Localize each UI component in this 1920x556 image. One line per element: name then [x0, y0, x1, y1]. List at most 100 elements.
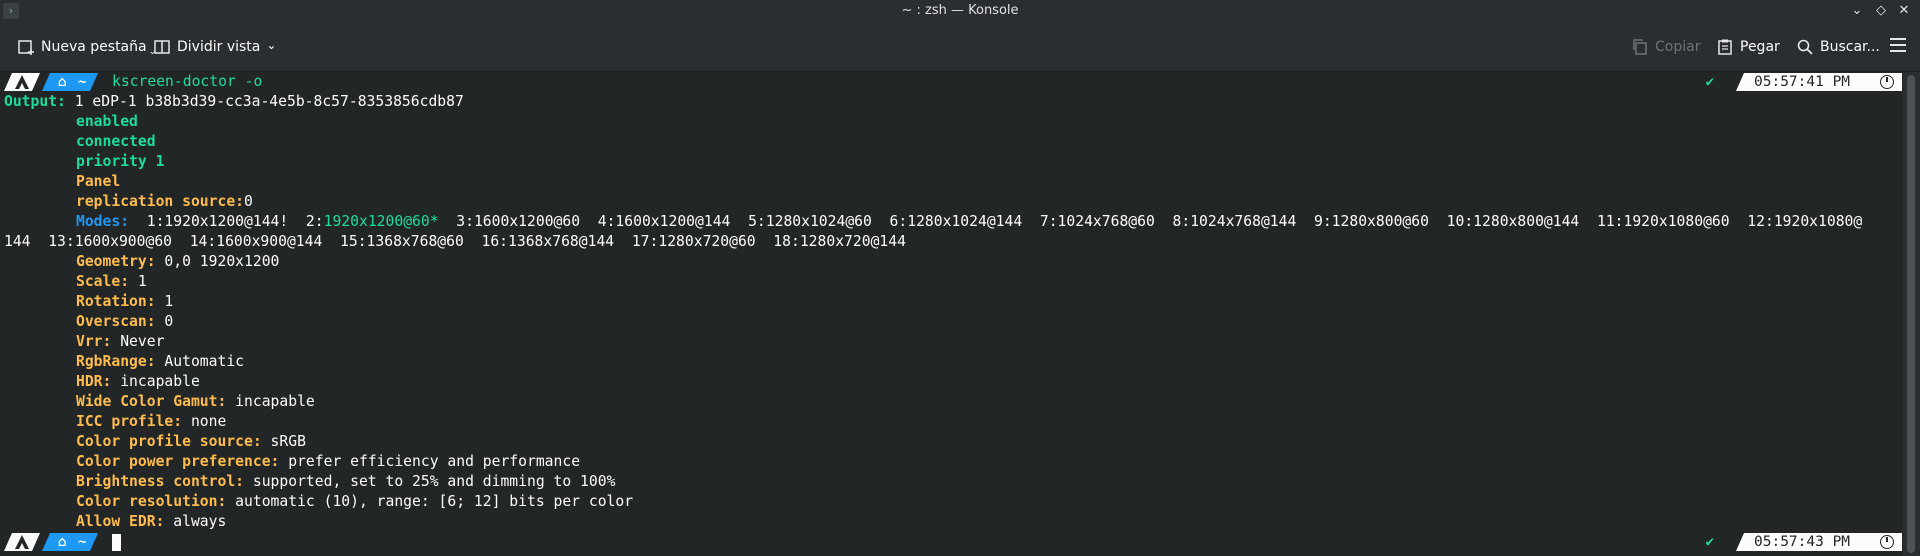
- os-logo-icon: [4, 73, 40, 91]
- property-line: HDR: incapable: [76, 372, 200, 392]
- property-line: Vrr: Never: [76, 332, 164, 352]
- search-label: Buscar...: [1820, 39, 1880, 55]
- prompt-path: ~: [78, 74, 87, 90]
- property-key: ICC profile:: [76, 413, 183, 430]
- property-line: Color power preference: prefer efficienc…: [76, 452, 580, 472]
- window-title: ~ : zsh — Konsole: [901, 3, 1019, 18]
- property-line: Scale: 1: [76, 272, 147, 292]
- copy-icon: [1633, 39, 1647, 55]
- property-key: Vrr:: [76, 333, 112, 350]
- copy-label: Copiar: [1655, 39, 1701, 55]
- output-panel: Panel: [76, 173, 121, 190]
- property-value: 1: [129, 273, 147, 290]
- output-val: 1 eDP-1 b38b3d39-cc3a-4e5b-8c57-8353856c…: [65, 93, 464, 110]
- command-text: kscreen-doctor -o: [112, 73, 263, 90]
- property-value: Never: [111, 333, 165, 350]
- prompt-line: ⌂ ~ ✔ 05:57:43 PM: [0, 532, 1902, 552]
- property-value: supported, set to 25% and dimming to 100…: [244, 473, 616, 490]
- property-line: Color profile source: sRGB: [76, 432, 306, 452]
- scrollbar-handle[interactable]: [1907, 75, 1915, 553]
- modes-current: 1920x1200@60*: [323, 213, 439, 230]
- property-value: none: [182, 413, 227, 430]
- search-button[interactable]: Buscar...: [1796, 36, 1880, 58]
- title-bar: › ~ : zsh — Konsole ⌄ ◇ ✕: [0, 0, 1920, 22]
- property-line: Geometry: 0,0 1920x1200: [76, 252, 279, 272]
- property-value: sRGB: [261, 433, 306, 450]
- property-value: automatic (10), range: [6; 12] bits per …: [226, 493, 634, 510]
- property-value: incapable: [111, 373, 200, 390]
- property-key: Geometry:: [76, 253, 156, 270]
- property-key: Color resolution:: [76, 493, 227, 510]
- output-connected: connected: [76, 133, 156, 150]
- copy-button[interactable]: Copiar: [1631, 36, 1700, 58]
- property-value: incapable: [226, 393, 315, 410]
- property-value: 0,0 1920x1200: [155, 253, 280, 270]
- property-key: Overscan:: [76, 313, 156, 330]
- modes-part-b: 3:1600x1200@60 4:1600x1200@144 5:1280x10…: [438, 213, 1863, 230]
- terminal-view[interactable]: ⌂ ~ kscreen-doctor -o ✔ 05:57:41 PM Outp…: [0, 72, 1902, 556]
- property-line: Rotation: 1: [76, 292, 173, 312]
- property-value: always: [164, 513, 227, 530]
- output-enabled: enabled: [76, 113, 138, 130]
- prompt-dir: ⌂ ~: [42, 533, 98, 551]
- property-key: Allow EDR:: [76, 513, 165, 530]
- property-value: 0: [155, 313, 174, 330]
- property-line: Brightness control: supported, set to 25…: [76, 472, 615, 492]
- output-key: Output:: [4, 93, 66, 110]
- output-header: Output: 1 eDP-1 b38b3d39-cc3a-4e5b-8c57-…: [4, 92, 464, 112]
- property-value: Automatic: [155, 353, 245, 370]
- minimize-icon[interactable]: ⌄: [1848, 2, 1866, 20]
- search-icon: [1797, 39, 1813, 55]
- home-icon: ⌂: [58, 74, 67, 90]
- property-key: Brightness control:: [76, 473, 245, 490]
- modes-key: Modes:: [76, 213, 130, 230]
- property-line: Color resolution: automatic (10), range:…: [76, 492, 633, 512]
- split-view-icon: [154, 40, 170, 54]
- output-replication: replication source:0: [76, 192, 253, 212]
- output-modes-wrap: 144 13:1600x900@60 14:1600x900@144 15:13…: [4, 233, 906, 250]
- property-key: RgbRange:: [76, 353, 156, 370]
- hamburger-menu-icon[interactable]: [1890, 38, 1906, 56]
- timestamp: 05:57:41 PM: [1754, 74, 1851, 90]
- timestamp: 05:57:43 PM: [1754, 534, 1851, 550]
- replication-val: 0: [244, 193, 253, 210]
- output-priority: priority 1: [76, 153, 165, 170]
- property-line: Overscan: 0: [76, 312, 173, 332]
- replication-key: replication source:: [76, 193, 245, 210]
- close-icon[interactable]: ✕: [1895, 2, 1913, 20]
- success-check-icon: ✔: [1705, 74, 1714, 90]
- clock-icon: [1880, 535, 1894, 549]
- vertical-scrollbar[interactable]: [1903, 72, 1920, 556]
- property-key: Color profile source:: [76, 433, 262, 450]
- property-key: Wide Color Gamut:: [76, 393, 227, 410]
- prompt-time: 05:57:43 PM: [1736, 533, 1902, 551]
- property-line: ICC profile: none: [76, 412, 226, 432]
- prompt-path: ~: [78, 534, 87, 550]
- paste-button[interactable]: Pegar: [1716, 36, 1780, 58]
- property-line: Allow EDR: always: [76, 512, 226, 532]
- new-tab-label: Nueva pestaña: [41, 39, 147, 55]
- prompt-line: ⌂ ~ kscreen-doctor -o ✔ 05:57:41 PM: [0, 72, 1902, 92]
- prompt-time: 05:57:41 PM: [1736, 73, 1902, 91]
- toolbar: Nueva pestaña ⌄ Dividir vista ⌄ Copiar P…: [0, 22, 1920, 72]
- prompt-dir: ⌂ ~: [42, 73, 98, 91]
- success-check-icon: ✔: [1705, 534, 1714, 550]
- home-icon: ⌂: [58, 534, 67, 550]
- paste-icon: [1718, 39, 1732, 55]
- split-view-label: Dividir vista: [177, 39, 261, 55]
- property-key: HDR:: [76, 373, 112, 390]
- clock-icon: [1880, 75, 1894, 89]
- property-value: 1: [155, 293, 174, 310]
- property-line: RgbRange: Automatic: [76, 352, 244, 372]
- property-key: Rotation:: [76, 293, 156, 310]
- new-tab-icon: [18, 40, 34, 55]
- property-value: prefer efficiency and performance: [279, 453, 581, 470]
- property-line: Wide Color Gamut: incapable: [76, 392, 315, 412]
- modes-part-a: 1:1920x1200@144! 2:: [129, 213, 324, 230]
- property-key: Scale:: [76, 273, 130, 290]
- paste-label: Pegar: [1740, 39, 1780, 55]
- new-tab-button[interactable]: Nueva pestaña ⌄: [17, 36, 156, 58]
- maximize-icon[interactable]: ◇: [1872, 2, 1890, 20]
- text-cursor: [112, 534, 121, 551]
- split-view-button[interactable]: Dividir vista ⌄: [153, 36, 276, 58]
